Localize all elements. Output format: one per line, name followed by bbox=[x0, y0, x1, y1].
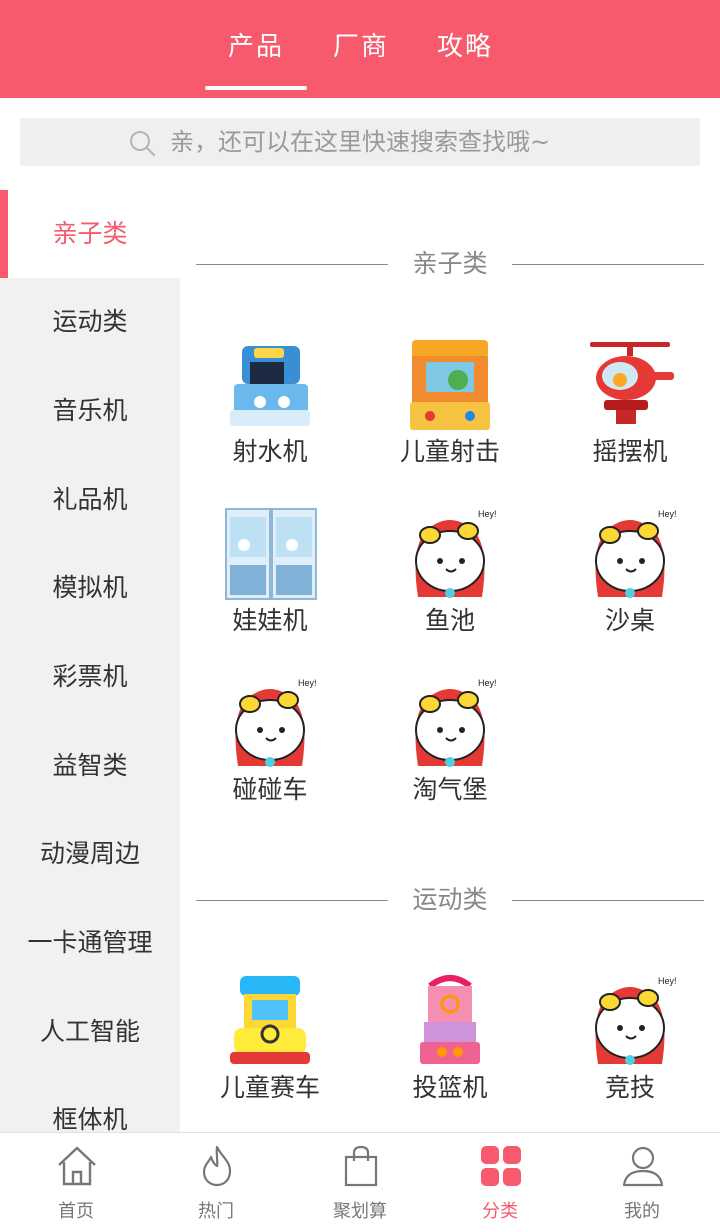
placeholder-cartoon-image: Hey! bbox=[415, 678, 497, 767]
product-label: 沙桌 bbox=[604, 606, 655, 635]
water-shooter-machine-image bbox=[230, 346, 310, 426]
sidebar-item-anime[interactable]: 动漫周边 bbox=[0, 810, 180, 898]
flame-icon bbox=[202, 1145, 232, 1187]
placeholder-cartoon-image: Hey! bbox=[595, 976, 677, 1065]
product-label: 竞技 bbox=[604, 1073, 655, 1102]
product-item[interactable]: 儿童赛车 bbox=[180, 972, 360, 1122]
svg-text:Hey!: Hey! bbox=[478, 678, 497, 688]
product-item[interactable]: Hey! 鱼池 bbox=[360, 505, 540, 655]
nav-home[interactable]: 首页 bbox=[4, 1133, 148, 1232]
product-item[interactable]: 投篮机 bbox=[360, 972, 540, 1122]
kids-shooting-machine-image bbox=[410, 340, 490, 430]
rocking-helicopter-image bbox=[590, 342, 674, 424]
sidebar-item-card-management[interactable]: 一卡通管理 bbox=[0, 899, 180, 987]
sidebar-item-gift[interactable]: 礼品机 bbox=[0, 456, 180, 544]
search-icon bbox=[130, 131, 156, 157]
placeholder-cartoon-image: Hey! bbox=[235, 678, 317, 767]
section-title: 运动类 bbox=[180, 880, 720, 920]
product-label: 淘气堡 bbox=[412, 775, 488, 804]
nav-deals[interactable]: 聚划算 bbox=[288, 1133, 432, 1232]
sidebar-item-cabinet[interactable]: 框体机 bbox=[0, 1076, 180, 1132]
placeholder-cartoon-image: Hey! bbox=[415, 509, 497, 598]
bottom-nav: 首页 热门 聚划算 分类 我的 bbox=[0, 1132, 720, 1232]
divider bbox=[512, 264, 704, 265]
tab-guides[interactable]: 攻略 bbox=[420, 26, 510, 66]
product-label: 娃娃机 bbox=[232, 606, 308, 635]
tab-manufacturers[interactable]: 厂商 bbox=[316, 26, 406, 66]
basketball-machine-image bbox=[420, 975, 480, 1064]
product-item[interactable]: 娃娃机 bbox=[180, 505, 360, 655]
product-label: 摇摆机 bbox=[592, 437, 668, 466]
home-icon bbox=[58, 1146, 96, 1186]
svg-text:Hey!: Hey! bbox=[298, 678, 317, 688]
product-label: 碰碰车 bbox=[232, 775, 308, 804]
product-label: 鱼池 bbox=[424, 606, 475, 635]
search-bar[interactable] bbox=[20, 118, 700, 166]
sidebar-item-ai[interactable]: 人工智能 bbox=[0, 988, 180, 1076]
product-item[interactable]: Hey! 沙桌 bbox=[540, 505, 720, 655]
claw-machine-image bbox=[225, 508, 317, 600]
user-icon bbox=[622, 1146, 664, 1187]
product-item[interactable]: 儿童射击 bbox=[360, 336, 540, 486]
divider bbox=[512, 900, 704, 901]
placeholder-cartoon-image: Hey! bbox=[595, 509, 677, 598]
sidebar-item-simulator[interactable]: 模拟机 bbox=[0, 544, 180, 632]
nav-hot-label: 热门 bbox=[198, 1201, 234, 1222]
product-item[interactable]: 射水机 bbox=[180, 336, 360, 486]
grid-icon bbox=[481, 1146, 521, 1186]
tab-products[interactable]: 产品 bbox=[205, 26, 307, 66]
category-sidebar: 亲子类 运动类 音乐机 礼品机 模拟机 彩票机 益智类 动漫周边 一卡通管理 人… bbox=[0, 190, 180, 1132]
svg-text:Hey!: Hey! bbox=[658, 509, 677, 519]
product-item[interactable]: Hey! 碰碰车 bbox=[180, 674, 360, 824]
sidebar-item-parent-child[interactable]: 亲子类 bbox=[0, 190, 180, 278]
shopping-bag-icon bbox=[344, 1145, 378, 1187]
nav-category[interactable]: 分类 bbox=[428, 1133, 572, 1232]
sidebar-item-sports[interactable]: 运动类 bbox=[0, 278, 180, 366]
product-label: 儿童射击 bbox=[399, 437, 500, 466]
svg-text:Hey!: Hey! bbox=[478, 509, 497, 519]
sidebar-item-music[interactable]: 音乐机 bbox=[0, 367, 180, 455]
nav-profile[interactable]: 我的 bbox=[570, 1133, 714, 1232]
sidebar-item-lottery[interactable]: 彩票机 bbox=[0, 633, 180, 721]
top-header: 产品 厂商 攻略 bbox=[0, 0, 720, 98]
kids-racing-machine-image bbox=[230, 976, 310, 1064]
divider bbox=[196, 264, 388, 265]
section-title-text: 运动类 bbox=[412, 885, 488, 914]
section-title-text: 亲子类 bbox=[412, 249, 488, 278]
nav-category-label: 分类 bbox=[482, 1201, 518, 1222]
product-label: 投篮机 bbox=[412, 1073, 488, 1102]
nav-deals-label: 聚划算 bbox=[333, 1201, 387, 1222]
section-title: 亲子类 bbox=[180, 244, 720, 284]
sidebar-item-puzzle[interactable]: 益智类 bbox=[0, 722, 180, 810]
nav-hot[interactable]: 热门 bbox=[144, 1133, 288, 1232]
svg-text:Hey!: Hey! bbox=[658, 976, 677, 986]
active-tab-indicator bbox=[205, 86, 307, 90]
nav-profile-label: 我的 bbox=[624, 1201, 660, 1222]
product-label: 儿童赛车 bbox=[219, 1073, 320, 1102]
search-input[interactable] bbox=[170, 124, 690, 160]
product-label: 射水机 bbox=[232, 437, 308, 466]
product-item[interactable]: Hey! 竞技 bbox=[540, 972, 720, 1122]
category-content: 亲子类 射水机 儿童射击 摇摆机 娃娃机 Hey! 鱼池 Hey! 沙桌 Hey… bbox=[180, 190, 720, 1132]
product-item[interactable]: 摇摆机 bbox=[540, 336, 720, 486]
divider bbox=[196, 900, 388, 901]
nav-home-label: 首页 bbox=[58, 1201, 94, 1222]
product-item[interactable]: Hey! 淘气堡 bbox=[360, 674, 540, 824]
